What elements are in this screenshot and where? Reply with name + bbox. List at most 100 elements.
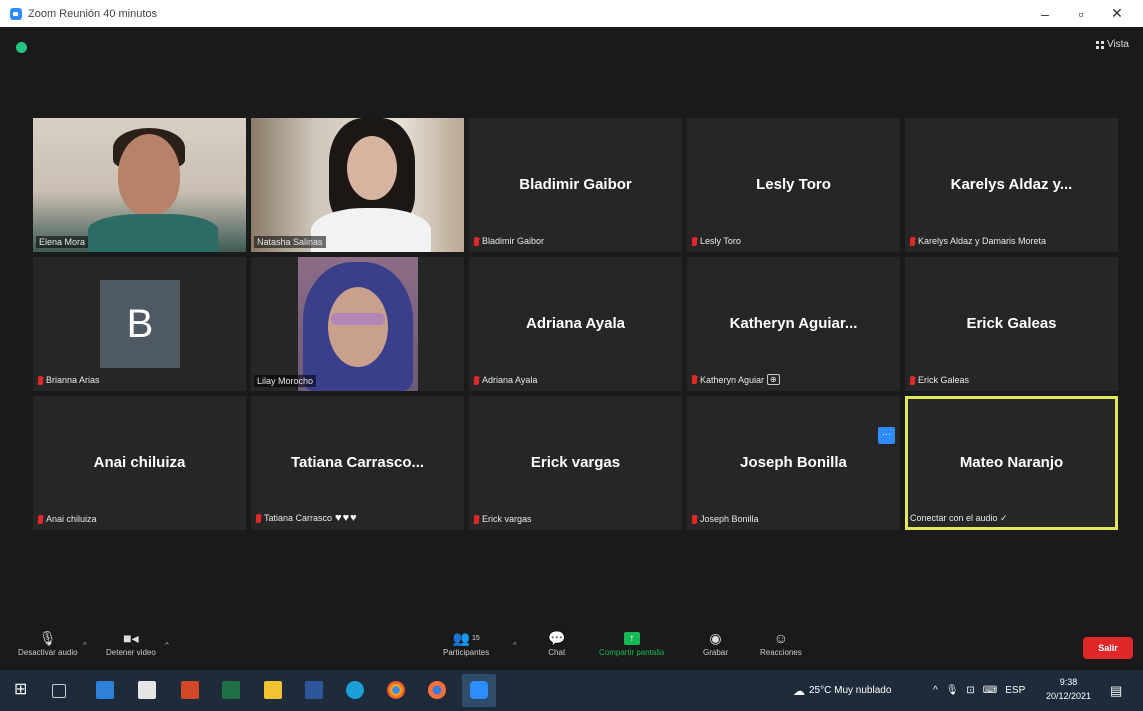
participant-display-name: Tatiana Carrasco...	[290, 454, 425, 471]
encryption-shield-icon[interactable]	[16, 42, 27, 53]
participant-name: Erick Galeas	[918, 375, 970, 385]
keyboard-icon[interactable]: ⌨	[983, 685, 997, 696]
participant-tile[interactable]: Tatiana Carrasco... Tatiana Carrasco ♥♥♥	[251, 396, 464, 530]
participant-name: Brianna Arias	[46, 375, 100, 385]
chat-button[interactable]: 💬 Chat	[548, 628, 565, 658]
participant-tile[interactable]: Natasha Salinas	[251, 118, 464, 252]
mute-label: Desactivar audio	[18, 648, 78, 657]
weather-widget[interactable]: ☁ 25°C Muy nublado	[793, 670, 891, 711]
weather-text: 25°C Muy nublado	[809, 685, 892, 696]
windows-taskbar: ⊞ ☁ 25°C Muy nublado ^ 🎙 ⊡ ⌨ ESP 9:38 20…	[0, 670, 1143, 711]
title-bar: Zoom Reunión 40 minutos – ▫ ✕	[0, 0, 1143, 27]
language-indicator[interactable]: ESP	[1005, 685, 1025, 696]
participant-display-name: Mateo Naranjo	[959, 454, 1064, 471]
participant-name-label: Anai chiluiza	[38, 514, 97, 524]
microphone-tray-icon[interactable]: 🎙	[946, 685, 959, 696]
maximize-button[interactable]: ▫	[1063, 0, 1099, 27]
stop-video-button[interactable]: ■◂ Detener video	[106, 628, 156, 658]
participant-tile[interactable]: Adriana Ayala Adriana Ayala	[469, 257, 682, 391]
video-camera-icon: ■◂	[123, 629, 139, 646]
firefox-icon[interactable]	[428, 681, 446, 699]
participant-tile[interactable]: B Brianna Arias	[33, 257, 246, 391]
participant-display-name: Bladimir Gaibor	[519, 176, 632, 193]
participant-tile[interactable]: Karelys Aldaz y... Karelys Aldaz y Damari…	[905, 118, 1118, 252]
participant-name-label: Bladimir Gaibor	[474, 236, 544, 246]
participant-name: Erick vargas	[482, 514, 532, 524]
system-tray: ^ 🎙 ⊡ ⌨ ESP	[933, 670, 1025, 711]
participant-display-name: Joseph Bonilla	[740, 454, 847, 471]
participant-name-label: Erick vargas	[474, 514, 532, 524]
participant-tile[interactable]: Katheryn Aguiar... Katheryn Aguiar ⊕	[687, 257, 900, 391]
participant-name: Adriana Ayala	[482, 375, 538, 385]
participant-video	[251, 118, 464, 252]
mail-icon[interactable]	[96, 681, 114, 699]
edge-icon[interactable]	[346, 681, 364, 699]
clock-time: 9:38	[1059, 677, 1078, 687]
participant-video	[251, 257, 464, 391]
participant-tile[interactable]: Anai chiluiza Anai chiluiza	[33, 396, 246, 530]
clock[interactable]: 9:38 20/12/2021	[1046, 675, 1091, 703]
participant-tile[interactable]: Lesly Toro Lesly Toro	[687, 118, 900, 252]
view-button[interactable]: Vista	[1095, 39, 1129, 50]
leave-button[interactable]: Salir	[1083, 637, 1133, 659]
participant-tile[interactable]: Joseph Bonilla Joseph Bonilla	[687, 396, 900, 530]
minimize-button[interactable]: –	[1027, 0, 1063, 27]
excel-icon[interactable]	[222, 681, 240, 699]
participant-tile[interactable]: Lilay Morocho	[251, 257, 464, 391]
grid-view-icon	[1095, 40, 1104, 49]
file-explorer-icon[interactable]	[264, 681, 282, 699]
heart-emoji-icon: ♥♥♥	[335, 512, 358, 524]
participant-name: Joseph Bonilla	[700, 514, 759, 524]
show-hidden-icons-icon[interactable]: ^	[933, 685, 938, 696]
participant-name-label: Katheryn Aguiar ⊕	[692, 374, 780, 385]
video-label: Detener video	[106, 648, 156, 657]
participant-name-label: Brianna Arias	[38, 375, 100, 385]
participant-display-name: Anai chiluiza	[93, 454, 186, 471]
participants-options-caret-icon[interactable]: ^	[513, 641, 517, 650]
record-button[interactable]: ◉ Grabar	[703, 628, 728, 658]
participant-tile[interactable]: Elena Mora	[33, 118, 246, 252]
close-button[interactable]: ✕	[1099, 0, 1135, 27]
tile-options-icon[interactable]: ···	[878, 427, 895, 444]
zoom-taskbar-button[interactable]	[462, 674, 496, 707]
participant-tile[interactable]: Erick vargas Erick vargas	[469, 396, 682, 530]
calendar-icon[interactable]	[138, 681, 156, 699]
participant-video	[33, 118, 246, 252]
participant-name-label: Tatiana Carrasco ♥♥♥	[256, 512, 358, 524]
participant-name: Natasha Salinas	[257, 237, 323, 247]
zoom-taskbar-icon	[470, 681, 488, 699]
participant-name: Lesly Toro	[700, 236, 741, 246]
clock-date: 20/12/2021	[1046, 691, 1092, 701]
participant-tile[interactable]: Erick Galeas Erick Galeas	[905, 257, 1118, 391]
participant-display-name: Lesly Toro	[756, 176, 831, 193]
participant-display-name: Katheryn Aguiar...	[729, 315, 858, 332]
mute-button[interactable]: 🎙 Desactivar audio	[18, 628, 78, 658]
windows-start-icon[interactable]: ⊞	[14, 681, 32, 699]
participant-tile[interactable]: Bladimir Gaibor Bladimir Gaibor	[469, 118, 682, 252]
participants-button[interactable]: 👥 15 Participantes	[443, 628, 489, 658]
participant-display-name: Karelys Aldaz y...	[950, 176, 1073, 193]
reactions-label: Reacciones	[760, 648, 802, 657]
video-options-caret-icon[interactable]: ^	[165, 641, 169, 650]
participant-name-label: Erick Galeas	[910, 375, 969, 385]
powerpoint-icon[interactable]	[181, 681, 199, 699]
audio-options-caret-icon[interactable]: ^	[83, 641, 87, 650]
participant-display-name: Erick Galeas	[966, 315, 1057, 332]
word-icon[interactable]	[305, 681, 323, 699]
network-icon[interactable]: ⊡	[966, 685, 974, 696]
share-screen-button[interactable]: ↑ Compartir pantalla	[599, 628, 664, 657]
participant-name: Katheryn Aguiar	[700, 374, 765, 385]
participant-name: Lilay Morocho	[257, 376, 314, 386]
share-label: Compartir pantalla	[599, 648, 665, 657]
muted-microphone-icon	[692, 514, 697, 524]
participant-name: Anai chiluiza	[46, 514, 97, 524]
notifications-icon[interactable]: ▤	[1110, 670, 1122, 711]
participant-display-name: Adriana Ayala	[526, 315, 625, 332]
cloud-icon: ☁	[793, 683, 805, 698]
participant-tile[interactable]: Mateo Naranjo Conectar con el audio ✓	[905, 396, 1118, 530]
muted-microphone-icon	[692, 375, 697, 384]
reactions-button[interactable]: ☺ Reacciones	[760, 628, 802, 657]
participant-name-label: Conectar con el audio ✓	[910, 513, 1008, 524]
task-view-icon[interactable]	[52, 684, 66, 698]
chrome-icon[interactable]	[387, 681, 405, 699]
